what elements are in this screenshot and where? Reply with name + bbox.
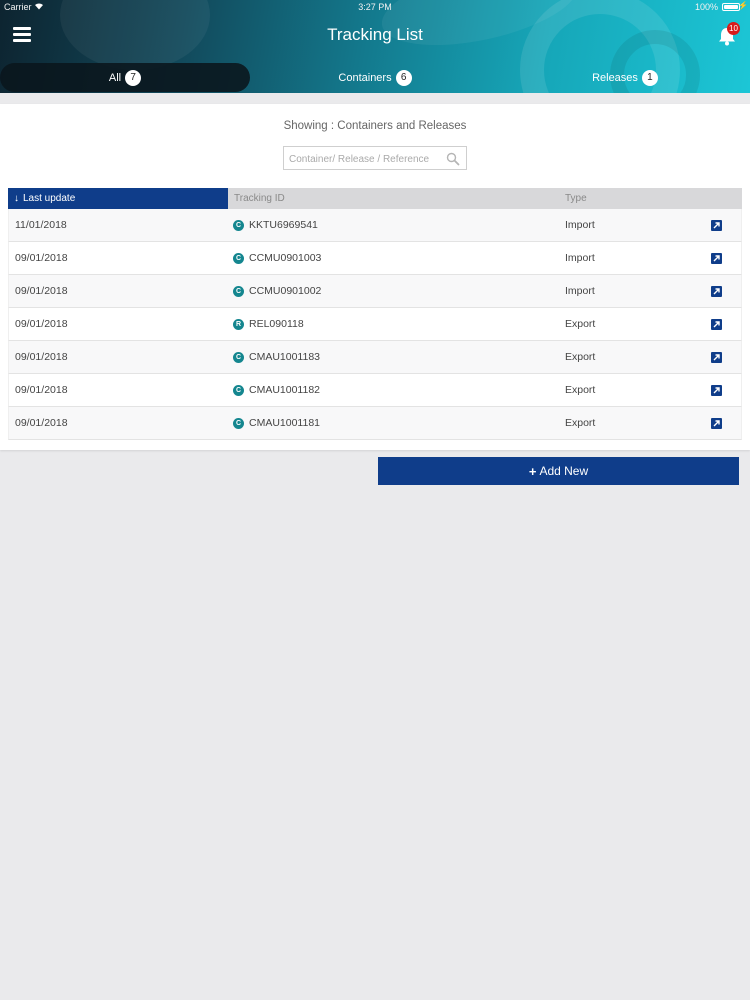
status-bar: Carrier 3:27 PM 100% ⚡ [0,0,750,16]
tab-label: Releases [592,71,638,84]
table-header: ↓ Last update Tracking ID Type [8,188,742,209]
row-type: Import [565,219,595,231]
row-type: Export [565,417,596,429]
status-time: 3:27 PM [358,2,392,12]
open-detail-icon[interactable] [711,418,722,429]
table-row[interactable]: 09/01/2018 R REL090118 Export [8,308,742,341]
container-type-icon: C [233,219,244,231]
notification-count-badge: 10 [727,22,740,35]
container-type-icon: C [233,417,244,429]
row-tracking-id: R REL090118 [233,308,304,340]
tab-count-badge: 7 [125,69,142,86]
row-type: Export [565,384,596,396]
tracking-id-text: CCMU0901002 [249,285,322,297]
row-type: Export [565,351,596,363]
tracking-id-text: CMAU1001183 [249,351,321,363]
row-tracking-id: C CMAU1001181 [233,407,320,439]
row-date: 09/01/2018 [15,384,68,396]
row-tracking-id: C CMAU1001182 [233,374,320,406]
charging-icon: ⚡ [738,1,748,10]
search-icon[interactable] [446,152,460,166]
table-row[interactable]: 09/01/2018 C CMAU1001183 Export [8,341,742,374]
tracking-panel: Showing : Containers and Releases ↓ Last … [0,104,750,450]
tab-releases[interactable]: Releases 1 [500,63,750,92]
tab-containers[interactable]: Containers 6 [250,63,500,92]
column-header-last-update[interactable]: ↓ Last update [8,188,228,209]
row-tracking-id: C CCMU0901003 [233,242,321,274]
table-row[interactable]: 11/01/2018 C KKTU6969541 Import [8,209,742,242]
row-date: 11/01/2018 [15,219,67,231]
tab-count-badge: 6 [395,69,412,86]
plus-icon: + [528,463,537,479]
open-detail-icon[interactable] [711,352,722,363]
tab-count-badge: 1 [641,69,658,86]
table-body: 11/01/2018 C KKTU6969541 Import 09/01/201… [8,209,742,440]
container-type-icon: C [233,384,244,396]
row-date: 09/01/2018 [15,252,68,264]
row-tracking-id: C KKTU6969541 [233,209,318,241]
search-input[interactable] [289,150,441,168]
page-title: Tracking List [327,25,423,44]
table-row[interactable]: 09/01/2018 C CCMU0901003 Import [8,242,742,275]
tracking-table: ↓ Last update Tracking ID Type 11/01/2018… [8,188,742,440]
row-type: Import [565,285,595,297]
row-date: 09/01/2018 [15,351,68,363]
row-tracking-id: C CCMU0901002 [233,275,321,307]
column-header-tracking-id[interactable]: Tracking ID [234,188,285,209]
open-detail-icon[interactable] [711,220,722,231]
container-type-icon: C [233,252,244,264]
search-box [283,146,467,170]
row-date: 09/01/2018 [15,318,68,330]
container-type-icon: C [233,351,244,363]
row-type: Export [565,318,596,330]
add-new-button[interactable]: + Add New [378,457,739,485]
open-detail-icon[interactable] [711,286,722,297]
tab-label: Containers [338,71,392,84]
table-row[interactable]: 09/01/2018 C CCMU0901002 Import [8,275,742,308]
app-header: Carrier 3:27 PM 100% ⚡ Tracking List 10 … [0,0,750,93]
showing-filter-text: Showing : Containers and Releases [283,120,467,132]
tracking-id-text: CCMU0901003 [249,252,322,264]
tracking-id-text: CMAU1001182 [249,384,321,396]
row-type: Import [565,252,595,264]
tracking-id-text: KKTU6969541 [249,219,318,231]
column-header-type[interactable]: Type [565,188,587,209]
row-date: 09/01/2018 [15,417,68,429]
container-type-icon: C [233,285,244,297]
open-detail-icon[interactable] [711,385,722,396]
table-row[interactable]: 09/01/2018 C CMAU1001181 Export [8,407,742,440]
tracking-id-text: REL090118 [249,318,304,330]
tab-all[interactable]: All 7 [0,63,250,92]
tab-bar: All 7 Containers 6 Releases 1 [0,63,750,93]
tracking-id-text: CMAU1001181 [249,417,321,429]
open-detail-icon[interactable] [711,319,722,330]
table-row[interactable]: 09/01/2018 C CMAU1001182 Export [8,374,742,407]
sort-down-icon: ↓ [14,193,19,204]
release-type-icon: R [233,318,244,330]
tab-label: All [108,71,122,84]
column-label: Last update [23,193,76,204]
add-new-label: Add New [539,464,589,478]
battery-percent: 100% [694,2,718,12]
row-date: 09/01/2018 [15,285,68,297]
open-detail-icon[interactable] [711,253,722,264]
row-tracking-id: C CMAU1001183 [233,341,320,373]
